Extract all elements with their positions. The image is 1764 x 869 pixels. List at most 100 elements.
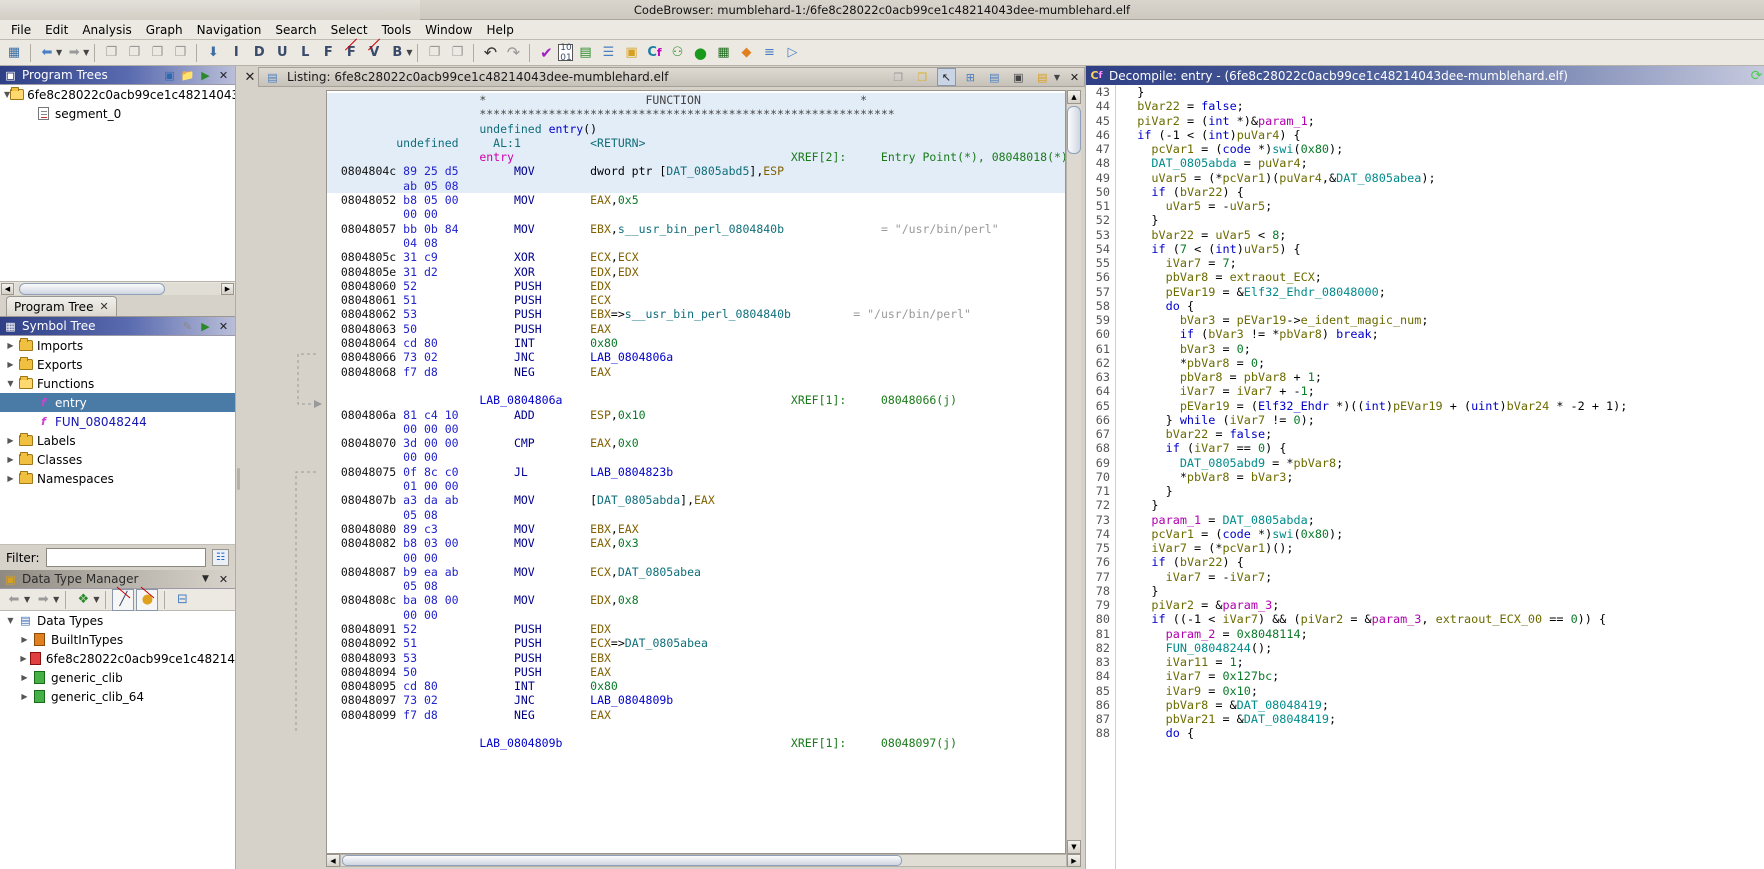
decompiler-line[interactable]: iVar7 = -iVar7; xyxy=(1123,570,1764,584)
decompiler-line[interactable]: iVar9 = 0x10; xyxy=(1123,684,1764,698)
expand-caret-icon[interactable]: ▶ xyxy=(18,692,31,701)
menu-help[interactable]: Help xyxy=(480,21,521,39)
decompiler-line[interactable]: pbVar8 = &DAT_08048419; xyxy=(1123,698,1764,712)
vscroll-thumb[interactable] xyxy=(1067,106,1081,154)
decompiler-line[interactable]: pcVar1 = (code *)swi(0x80); xyxy=(1123,142,1764,156)
decompiler-line[interactable]: bVar22 = false; xyxy=(1123,99,1764,113)
copy-special-1-icon[interactable]: ❐ xyxy=(100,42,122,64)
sidebar-item-functions[interactable]: ▼ Functions xyxy=(0,374,235,393)
decompiler-line[interactable]: if ((-1 < iVar7) && (piVar2 = &param_3, … xyxy=(1123,612,1764,626)
dtm-back-arrow-icon[interactable]: ⬅ xyxy=(3,589,25,611)
tree-row[interactable]: ▶ BuiltInTypes xyxy=(0,630,235,649)
forward-dropdown-caret-icon[interactable]: ▼ xyxy=(83,48,89,57)
listing-line[interactable]: 08048063 50 PUSH EAX xyxy=(327,322,1065,336)
decompiler-line[interactable]: pbVar8 = pbVar8 + 1; xyxy=(1123,370,1764,384)
listing-line[interactable]: 08048070 3d 00 00 CMP EAX,0x0 xyxy=(327,436,1065,450)
hscroll-thumb[interactable] xyxy=(19,282,165,295)
menu-analysis[interactable]: Analysis xyxy=(75,21,138,39)
listing-line[interactable]: 08048075 0f 8c c0 JL LAB_0804823b xyxy=(327,465,1065,479)
decompiler-line[interactable]: iVar11 = 1; xyxy=(1123,655,1764,669)
decompiler-line[interactable]: FUN_08048244(); xyxy=(1123,641,1764,655)
multi-listing-icon[interactable]: ⊞ xyxy=(961,68,980,86)
decompiler-line[interactable]: piVar2 = &param_3; xyxy=(1123,598,1764,612)
listing-line[interactable]: 05 08 xyxy=(327,508,1065,522)
diff-icon[interactable]: ◆ xyxy=(735,42,757,64)
dtm-filter-pointers-icon[interactable]: ╱ xyxy=(112,586,135,611)
listing-line[interactable]: 00 00 xyxy=(327,207,1065,221)
listing-line[interactable]: ****************************************… xyxy=(327,107,1065,122)
tree-row[interactable]: ▶ generic_clib xyxy=(0,668,235,687)
expand-caret-icon[interactable]: ▶ xyxy=(4,474,17,483)
function-graph-icon[interactable]: ⚇ xyxy=(666,42,688,64)
select-cursor-icon[interactable]: ↖ xyxy=(936,68,956,86)
refresh-icon[interactable]: ⟳ xyxy=(1749,68,1764,84)
expand-caret-icon[interactable]: ▶ xyxy=(4,341,17,350)
listing-line[interactable]: 08048068 f7 d8 NEG EAX xyxy=(327,365,1065,379)
decompiler-line[interactable]: } xyxy=(1123,584,1764,598)
listing-line[interactable]: undefined AL:1 <RETURN> xyxy=(327,135,1065,151)
menu-graph[interactable]: Graph xyxy=(139,21,190,39)
script-icon[interactable]: ▷ xyxy=(781,42,803,64)
listing-line[interactable]: 08048094 50 PUSH EAX xyxy=(327,665,1065,679)
dtm-filter-arrays-icon[interactable]: ● xyxy=(136,586,159,611)
tree-row[interactable]: ▼ ▤ Data Types xyxy=(0,611,235,630)
decompiler-line[interactable]: } while (iVar7 != 0); xyxy=(1123,413,1764,427)
save-icon[interactable]: ▦ xyxy=(3,42,25,64)
listing-line[interactable]: 08048087 b9 ea ab MOV ECX,DAT_0805abea xyxy=(327,565,1065,579)
undefined-icon[interactable]: U xyxy=(271,42,293,64)
decompiler-line[interactable]: } xyxy=(1123,85,1764,99)
expand-caret-icon[interactable]: ▼ xyxy=(4,616,17,625)
decompiler-line[interactable]: DAT_0805abda = puVar4; xyxy=(1123,156,1764,170)
decompiler-line[interactable]: if (iVar7 == 0) { xyxy=(1123,441,1764,455)
filter-input[interactable] xyxy=(45,548,206,567)
copy-special-4-icon[interactable]: ❐ xyxy=(169,42,191,64)
listing-line[interactable]: 08048061 51 PUSH ECX xyxy=(327,293,1065,307)
check-icon[interactable]: ✔ xyxy=(535,42,557,64)
lhscroll-right-arrow-icon[interactable]: ▶ xyxy=(1067,854,1081,867)
listing-line[interactable]: 0804805c 31 c9 XOR ECX,ECX xyxy=(327,250,1065,264)
listing-line[interactable]: 0804806a 81 c4 10 ADD ESP,0x10 xyxy=(327,408,1065,422)
snapshot-2-icon[interactable]: ❐ xyxy=(446,42,468,64)
listing-line[interactable]: 08048057 bb 0b 84 MOV EBX,s__usr_bin_per… xyxy=(327,222,1065,236)
listing-line[interactable]: 0804808c ba 08 00 MOV EDX,0x8 xyxy=(327,593,1065,607)
decompiler-line[interactable]: uVar5 = (*pcVar1)(puVar4,&DAT_0805abea); xyxy=(1123,171,1764,185)
left-center-splitter[interactable] xyxy=(236,66,242,869)
hscroll-right-arrow-icon[interactable]: ▶ xyxy=(221,282,234,295)
decompiler-line[interactable]: pbVar21 = &DAT_08048419; xyxy=(1123,712,1764,726)
hscroll-track[interactable] xyxy=(15,282,220,295)
menu-search[interactable]: Search xyxy=(268,21,323,39)
listing-line[interactable]: * FUNCTION * xyxy=(327,93,1065,108)
dtm-back-caret-icon[interactable]: ▼ xyxy=(24,595,30,604)
listing-line[interactable]: 0804805e 31 d2 XOR EDX,EDX xyxy=(327,265,1065,279)
decompiler-line[interactable]: do { xyxy=(1123,299,1764,313)
clear-flow-repeat-icon[interactable]: V xyxy=(363,37,385,64)
menu-tools[interactable]: Tools xyxy=(375,21,419,39)
tab-close-icon[interactable]: ✕ xyxy=(99,300,108,313)
expand-caret-icon[interactable]: ▼ xyxy=(4,379,17,388)
listing-menu-caret-icon[interactable]: ▼ xyxy=(1054,73,1060,82)
listing-line[interactable]: 08048064 cd 80 INT 0x80 xyxy=(327,336,1065,350)
dtm-tree-caret-icon[interactable]: ▼ xyxy=(93,595,99,604)
menu-window[interactable]: Window xyxy=(418,21,479,39)
listing-line[interactable]: 0804807b a3 da ab MOV [DAT_0805abda],EAX xyxy=(327,493,1065,507)
decompiler-line[interactable]: iVar7 = 7; xyxy=(1123,256,1764,270)
data-icon[interactable]: D xyxy=(248,42,270,64)
decompiler-line[interactable]: iVar7 = (*pcVar1)(); xyxy=(1123,541,1764,555)
forward-arrow-icon[interactable]: ➡ xyxy=(63,42,85,64)
expand-caret-icon[interactable]: ▶ xyxy=(18,654,29,663)
data-type-manager-tree[interactable]: ▼ ▤ Data Types ▶ BuiltInTypes ▶ 6fe8c280… xyxy=(0,611,235,869)
console-icon[interactable]: ▦ xyxy=(712,42,734,64)
listing-line[interactable]: ab 05 08 xyxy=(327,178,1065,194)
expand-caret-icon[interactable]: ▶ xyxy=(4,455,17,464)
sidebar-item-entry[interactable]: f entry xyxy=(0,393,235,412)
sidebar-item-exports[interactable]: ▶ Exports xyxy=(0,355,235,374)
decompiler-line[interactable]: iVar7 = 0x127bc; xyxy=(1123,669,1764,683)
listing-line[interactable]: 08048052 b8 05 00 MOV EAX,0x5 xyxy=(327,193,1065,207)
back-arrow-icon[interactable]: ⬅ xyxy=(36,42,58,64)
bytes-icon[interactable]: B xyxy=(386,42,408,64)
tab-program-tree[interactable]: Program Tree ✕ xyxy=(6,296,117,316)
listing-line[interactable] xyxy=(327,722,1065,736)
copy-special-3-icon[interactable]: ❐ xyxy=(146,42,168,64)
run-icon[interactable]: ● xyxy=(689,42,711,64)
edit-symbol-icon[interactable]: ✎ xyxy=(180,319,195,334)
